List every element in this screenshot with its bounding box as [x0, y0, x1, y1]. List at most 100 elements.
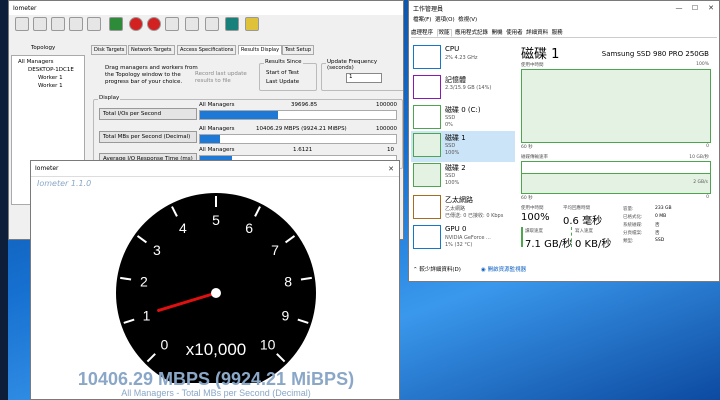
stat-resp-value: 0.6 毫秒 — [563, 216, 603, 227]
tab-disk-targets[interactable]: Disk Targets — [91, 45, 128, 55]
topology-label: Topology — [31, 45, 56, 51]
perf-item-memory[interactable]: 記憶體 2.3/15.9 GB (14%) — [411, 73, 515, 104]
close-icon[interactable]: ✕ — [703, 1, 719, 15]
ethernet-name: 乙太網路 — [445, 196, 473, 204]
transfer-rate-max: 10 GB/秒 — [689, 155, 709, 160]
stop-test-icon[interactable] — [129, 17, 143, 31]
help-icon[interactable] — [245, 17, 259, 31]
tab-processes[interactable]: 處理程序 — [411, 30, 433, 36]
row2-value: 10406.29 MBPS (9924.21 MiBPS) — [256, 126, 347, 132]
active-time-zero: 0 — [706, 144, 709, 149]
stop-all-icon[interactable] — [147, 17, 161, 31]
active-time-max: 100% — [696, 62, 709, 67]
resource-monitor-link[interactable]: ◉ 開啟資源監視器 — [481, 265, 526, 273]
system-disk-label: 系統磁碟: — [623, 223, 643, 228]
new-network-worker-icon[interactable] — [69, 17, 83, 31]
gauge-tick-label: 10 — [260, 337, 276, 353]
tab-results-display[interactable]: Results Display — [238, 45, 283, 55]
record-last-update-checkbox[interactable]: Record last update results to file — [195, 71, 253, 85]
new-worker-icon[interactable] — [51, 17, 65, 31]
tab-app-history[interactable]: 應用程式記錄 — [455, 30, 488, 36]
gauge-tick-label: 6 — [245, 220, 253, 236]
disk1-sub2: 100% — [445, 150, 460, 156]
display-label: Display — [98, 95, 121, 101]
disk2-name: 磁碟 2 — [445, 164, 466, 172]
tree-worker-2[interactable]: Worker 1 — [38, 83, 63, 89]
cpu-sub1: 2% 4.23 GHz — [445, 55, 478, 61]
tab-network-targets[interactable]: Network Targets — [128, 45, 175, 55]
perf-item-disk0[interactable]: 磁碟 0 (C:) SSD 0% — [411, 103, 515, 134]
gauge-tick-label: 7 — [271, 242, 279, 258]
disk2-sub2: 100% — [445, 180, 460, 186]
read-indicator — [521, 227, 523, 247]
disconnect-icon[interactable] — [185, 17, 199, 31]
duplicate-worker-icon[interactable] — [87, 17, 101, 31]
menu-view[interactable]: 檢視(V) — [458, 17, 477, 23]
row2-bar-fill — [200, 135, 221, 143]
perf-item-cpu[interactable]: CPU 2% 4.23 GHz — [411, 43, 515, 74]
gauge-tick-label: 1 — [143, 308, 151, 324]
perf-item-disk1[interactable]: 磁碟 1 SSD 100% — [411, 131, 515, 162]
perf-item-gpu[interactable]: GPU 0 NVIDIA GeForce ... 1% (32 °C) — [411, 223, 515, 254]
perf-item-ethernet[interactable]: 乙太網路 乙太網路 已傳送: 0 已接收: 0 Kbps — [411, 193, 515, 224]
transfer-60s: 60 秒 — [521, 196, 533, 201]
close-icon[interactable]: ✕ — [383, 162, 399, 176]
resource-monitor-label: 開啟資源監視器 — [487, 267, 527, 273]
menu-file[interactable]: 檔案(F) — [413, 17, 431, 23]
speedometer-gauge: 01234 5 678910 x10,000 — [116, 193, 316, 383]
update-frequency-label: Update Frequency (seconds) — [326, 59, 403, 71]
transfer-zero: 0 — [706, 195, 709, 200]
total-mbs-button[interactable]: Total MBs per Second (Decimal) — [99, 131, 197, 143]
start-test-icon[interactable] — [109, 17, 123, 31]
row2-max: 100000 — [376, 126, 397, 132]
save-config-icon[interactable] — [33, 17, 47, 31]
tree-all-managers[interactable]: All Managers — [18, 59, 54, 65]
drag-hint: Drag managers and workers from the Topol… — [105, 65, 198, 85]
reset-workers-icon[interactable] — [165, 17, 179, 31]
start-of-test-radio[interactable]: Start of Test — [266, 70, 299, 76]
last-update-radio[interactable]: Last Update — [266, 79, 299, 85]
memory-sub1: 2.3/15.9 GB (14%) — [445, 85, 492, 91]
capacity-value: 233 GB — [655, 206, 672, 211]
results-since-label: Results Since — [264, 59, 303, 65]
tab-users[interactable]: 使用者 — [506, 30, 523, 36]
gauge-version: Iometer 1.1.0 — [37, 179, 92, 188]
iometer-title: Iometer — [13, 4, 37, 12]
active-time-graph — [521, 69, 711, 143]
active-time-60s: 60 秒 — [521, 145, 533, 150]
cpu-thumb — [413, 45, 441, 69]
capacity-label: 容量: — [623, 207, 634, 212]
disk1-name: 磁碟 1 — [445, 134, 466, 142]
transfer-graph-mark: 2 GB/s — [693, 180, 708, 185]
tree-worker-1[interactable]: Worker 1 — [38, 75, 63, 81]
gauge-tick-label: 2 — [140, 274, 148, 290]
minimize-icon[interactable]: — — [671, 1, 687, 15]
perf-item-disk2[interactable]: 磁碟 2 SSD 100% — [411, 161, 515, 192]
menu-options[interactable]: 選項(O) — [435, 17, 455, 23]
open-config-icon[interactable] — [15, 17, 29, 31]
new-manager-icon[interactable] — [205, 17, 219, 31]
tab-startup[interactable]: 開機 — [492, 30, 503, 36]
gauge-titlebar: Iometer ✕ — [31, 161, 399, 177]
total-ios-button[interactable]: Total I/Os per Second — [99, 108, 197, 120]
gauge-tick-label: 5 — [212, 212, 220, 228]
needle-hub — [211, 288, 221, 298]
fewer-details-link[interactable]: ⌃ 較少詳細資料(D) — [413, 265, 461, 273]
tree-manager[interactable]: DESKTOP-1DC1E — [28, 67, 74, 73]
tab-performance[interactable]: 效能 — [436, 29, 452, 37]
connect-icon[interactable] — [225, 17, 239, 31]
tab-details[interactable]: 詳細資料 — [526, 30, 548, 36]
taskmgr-menubar: 檔案(F) 選項(O) 檢視(V) — [413, 15, 477, 23]
results-since-group: Results Since Start of Test Last Update — [259, 59, 317, 91]
disk2-thumb — [413, 163, 441, 187]
update-frequency-select[interactable]: 1 — [346, 73, 382, 83]
tab-access-specifications[interactable]: Access Specifications — [177, 45, 237, 55]
ethernet-sub1: 乙太網路 — [445, 206, 466, 212]
tab-services[interactable]: 服務 — [552, 30, 563, 36]
tab-test-setup[interactable]: Test Setup — [282, 45, 314, 55]
row2-bar-track — [199, 134, 397, 144]
maximize-icon[interactable]: ☐ — [687, 1, 703, 15]
disk0-sub2: 0% — [445, 122, 453, 128]
gauge-readout: 10406.29 MBPS (9924.21 MiBPS) — [77, 369, 355, 389]
disk0-thumb — [413, 105, 441, 129]
